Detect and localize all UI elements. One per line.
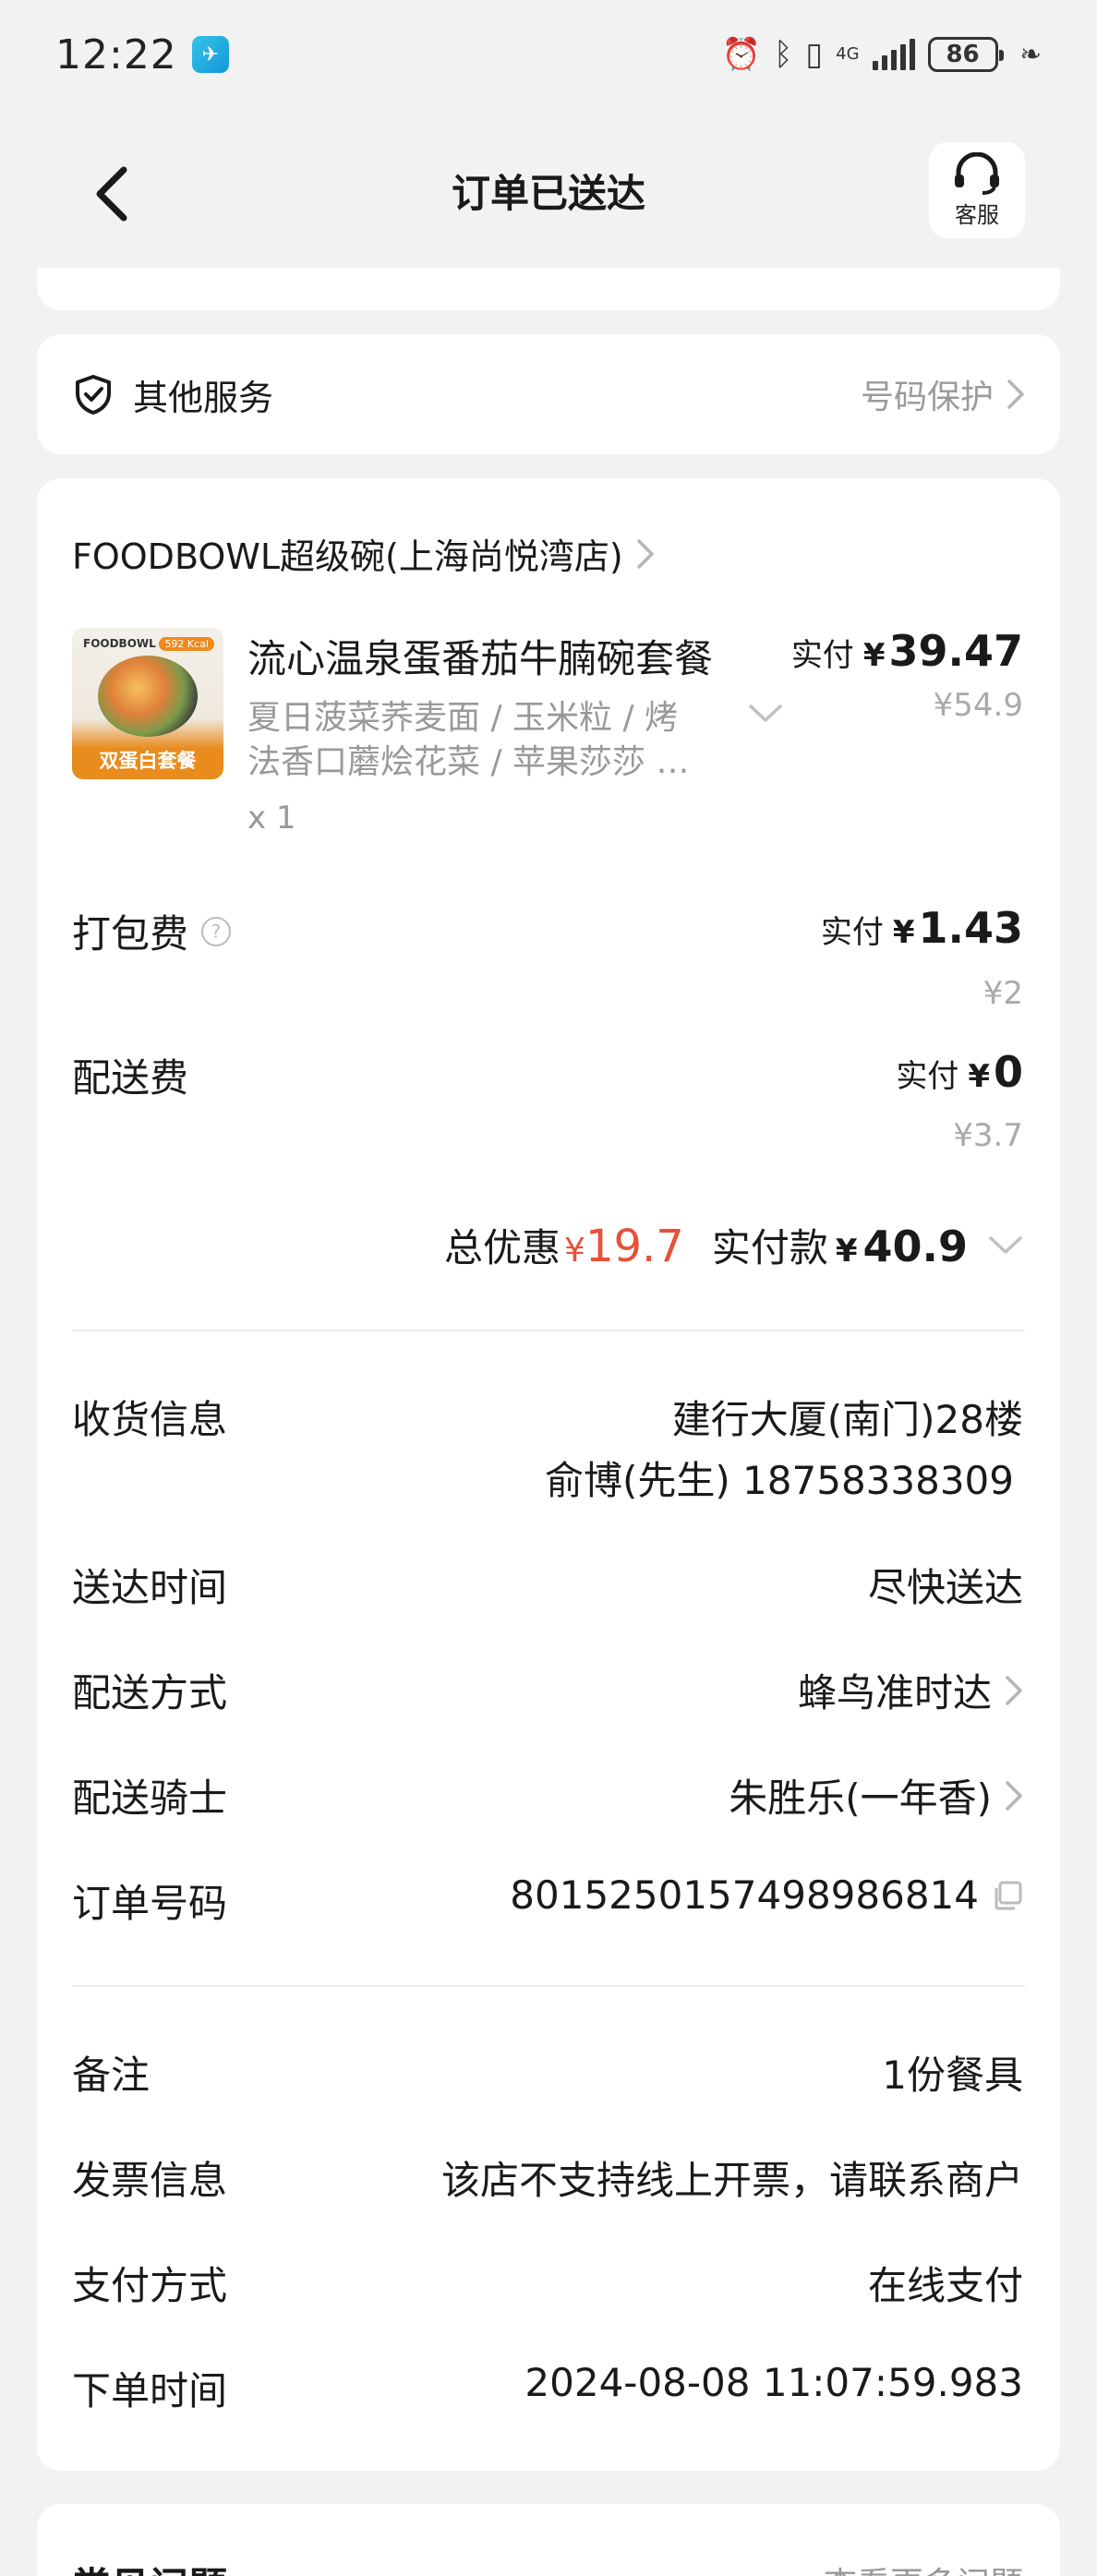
payment-label: 支付方式 <box>72 2263 228 2308</box>
store-name-link[interactable]: FOODBOWL超级碗(上海尚悦湾店) <box>72 528 655 579</box>
packing-fee-row: 打包费 ? <box>72 903 232 959</box>
item-image[interactable]: FOODBOWL 592 Kcal 双蛋白套餐 <box>72 628 223 779</box>
other-services-card[interactable]: 其他服务 号码保护 <box>37 334 1060 454</box>
paid-yen: ¥ <box>862 637 886 674</box>
total-paid-amount: 40.9 <box>862 1222 969 1271</box>
faq-card: 常见问题 查看更多问题 <box>37 2504 1060 2576</box>
divider <box>72 1330 1025 1331</box>
store-name: FOODBOWL超级碗(上海尚悦湾店) <box>72 536 623 577</box>
paid-label: 实付 <box>820 914 884 951</box>
invoice-value: 该店不支持线上开票，请联系商户 <box>440 2158 1023 2203</box>
delivery-method-link[interactable]: 蜂鸟准时达 <box>798 1662 1023 1718</box>
ordered-at-value: 2024-08-08 11:07:59.983 <box>524 2360 1023 2405</box>
battery-icon: 86 <box>927 37 1004 72</box>
discount-yen: ¥ <box>564 1232 585 1270</box>
faq-more-link[interactable]: 查看更多问题 <box>824 2558 1023 2576</box>
total-discount-label: 总优惠 <box>444 1225 561 1270</box>
chevron-right-icon <box>1007 379 1024 409</box>
chevron-down-icon[interactable] <box>748 704 783 724</box>
signal-icon <box>872 39 915 70</box>
chevron-down-icon <box>989 1235 1022 1254</box>
item-desc-line1: 夏日菠菜荞麦面 / 玉米粒 / 烤 <box>247 699 679 737</box>
battery-level: 86 <box>946 41 980 68</box>
discount-amount: 19.7 <box>585 1221 684 1272</box>
chevron-right-icon <box>636 538 654 569</box>
item-quantity: x 1 <box>247 800 296 837</box>
status-bar: 12:22 ✈ ⏰ ᛒ ▯ 4G 86 ❧ <box>0 0 1097 109</box>
remark-value: 1份餐具 <box>882 2052 1023 2098</box>
paid-amount: 1.43 <box>918 903 1024 953</box>
faq-title: 常见问题 <box>72 2556 227 2576</box>
packing-original-price: ¥2 <box>982 975 1023 1012</box>
total-paid-yen: ¥ <box>835 1233 858 1270</box>
customer-service-button[interactable]: 客服 <box>929 142 1025 238</box>
copy-icon[interactable] <box>992 1880 1023 1911</box>
payment-value: 在线支付 <box>867 2263 1023 2308</box>
item-desc-line2: 法香口蘑烩花菜 / 苹果莎莎 … <box>247 743 690 781</box>
item-original-price: ¥54.9 <box>933 687 1023 724</box>
ordered-at-label: 下单时间 <box>72 2368 228 2413</box>
status-right: ⏰ ᛒ ▯ 4G 86 ❧ <box>722 37 1042 72</box>
number-protection-link[interactable]: 号码保护 <box>861 370 1025 418</box>
packing-paid-price: 实付 ¥ 1.43 <box>821 903 1023 953</box>
item-description: 夏日菠菜荞麦面 / 玉米粒 / 烤 法香口蘑烩花菜 / 苹果莎莎 … <box>247 696 728 785</box>
status-left: 12:22 ✈ <box>55 31 229 78</box>
invoice-label: 发票信息 <box>72 2158 228 2203</box>
paid-yen: ¥ <box>892 914 915 951</box>
network-label: 4G <box>836 44 860 64</box>
delivery-time-label: 送达时间 <box>72 1565 228 1610</box>
rider-label: 配送骑士 <box>72 1776 228 1821</box>
app-notification-icon: ✈ <box>191 36 229 73</box>
remark-label: 备注 <box>72 2052 151 2098</box>
paid-yen: ¥ <box>968 1058 990 1095</box>
order-number-value: 8015250157498986814 <box>510 1872 979 1918</box>
paid-amount: 0 <box>993 1047 1023 1097</box>
previous-card-bottom <box>37 268 1060 310</box>
image-kcal-badge: 592 Kcal <box>159 637 214 651</box>
status-time: 12:22 <box>55 30 177 78</box>
chevron-right-icon <box>1006 1675 1022 1705</box>
image-tag: 双蛋白套餐 <box>99 750 197 772</box>
delivery-original-price: ¥3.7 <box>953 1117 1023 1154</box>
delivery-method-label: 配送方式 <box>72 1670 228 1715</box>
order-number-row: 8015250157498986814 <box>510 1872 1023 1918</box>
customer-service-label: 客服 <box>955 201 999 228</box>
receiver-address: 建行大厦(南门)28楼 <box>671 1397 1023 1442</box>
delivery-time-value: 尽快送达 <box>867 1565 1023 1610</box>
total-paid-label: 实付款 <box>711 1225 828 1270</box>
order-number-label: 订单号码 <box>72 1881 228 1926</box>
chevron-right-icon <box>1006 1780 1022 1811</box>
delivery-paid-price: 实付 ¥ 0 <box>896 1047 1023 1097</box>
totals-row[interactable]: 总优惠 ¥ 19.7 实付款 ¥ 40.9 <box>444 1217 1023 1273</box>
receiver-label: 收货信息 <box>72 1397 228 1442</box>
order-card: FOODBOWL超级碗(上海尚悦湾店) FOODBOWL 592 Kcal 双蛋… <box>37 478 1060 2471</box>
paid-label: 实付 <box>896 1058 959 1095</box>
header: 订单已送达 客服 <box>0 129 1097 249</box>
network-type: 4G <box>836 46 859 63</box>
alarm-icon: ⏰ <box>721 36 761 73</box>
bluetooth-icon: ᛒ <box>774 36 793 73</box>
divider <box>72 1985 1025 1987</box>
leaf-icon: ❧ <box>1019 39 1042 69</box>
bowl-image <box>98 656 198 737</box>
paid-amount: 39.47 <box>888 626 1023 676</box>
help-icon[interactable]: ? <box>201 916 232 946</box>
item-paid-price: 实付 ¥ 39.47 <box>791 626 1023 676</box>
receiver-contact: 俞博(先生) 18758338309 <box>544 1458 1014 1503</box>
number-protection-label: 号码保护 <box>860 379 994 416</box>
headset-icon <box>955 151 999 195</box>
item-name: 流心温泉蛋番茄牛腩碗套餐 <box>247 636 714 681</box>
rider-value: 朱胜乐(一年香) <box>729 1776 992 1821</box>
vibrate-icon: ▯ <box>805 36 824 73</box>
shield-check-icon <box>76 375 111 415</box>
delivery-method-value: 蜂鸟准时达 <box>797 1670 992 1715</box>
rider-link[interactable]: 朱胜乐(一年香) <box>729 1767 1023 1824</box>
other-services-label: 其他服务 <box>133 377 274 418</box>
image-brand-text: FOODBOWL <box>83 637 156 650</box>
paid-label: 实付 <box>790 637 854 674</box>
packing-fee-label: 打包费 <box>72 911 189 957</box>
delivery-fee-label: 配送费 <box>72 1055 189 1101</box>
